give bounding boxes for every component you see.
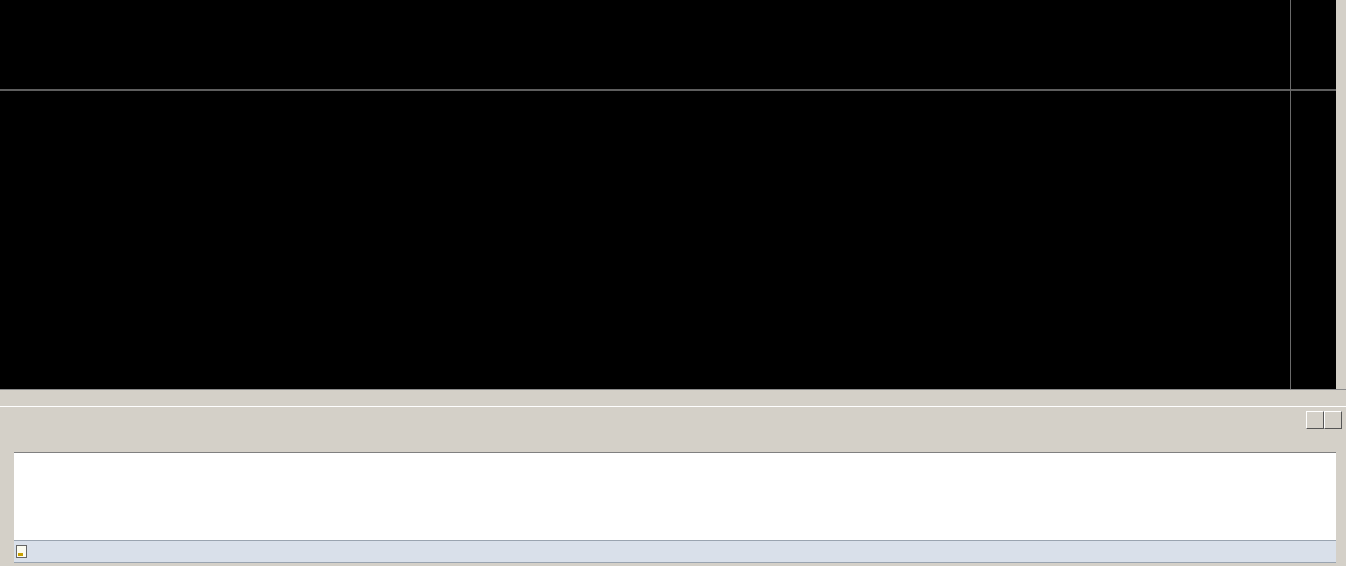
tab-scroll-left-button[interactable] xyxy=(1306,411,1324,429)
time-axis[interactable] xyxy=(0,389,1346,407)
balance-icon xyxy=(16,545,27,558)
orders-grid-header xyxy=(14,430,1336,453)
chart-tab-strip xyxy=(0,407,1346,431)
account-summary-bar xyxy=(14,540,1336,563)
terminal-close-button[interactable] xyxy=(1,431,13,443)
terminal-panel xyxy=(0,430,1346,566)
price-scale[interactable] xyxy=(1290,0,1337,389)
equity-chart[interactable] xyxy=(0,91,1290,389)
terminal-side-strip xyxy=(0,430,14,566)
chart-region xyxy=(0,0,1346,389)
chart-canvas[interactable] xyxy=(0,0,1336,389)
chart-tab-bar xyxy=(0,406,1346,431)
orders-grid xyxy=(14,430,1336,540)
tab-scroll-right-button[interactable] xyxy=(1324,411,1342,429)
price-chart[interactable] xyxy=(0,0,1290,89)
